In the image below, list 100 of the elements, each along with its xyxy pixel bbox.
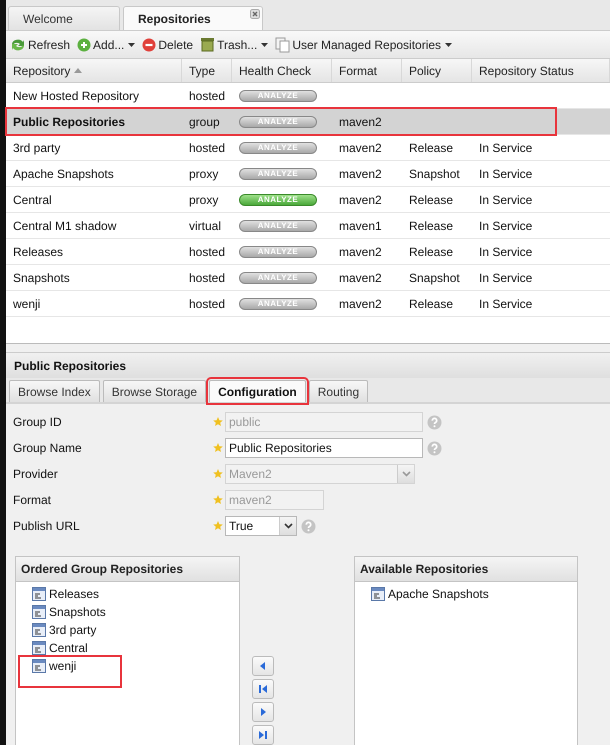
repository-icon xyxy=(32,622,46,636)
table-row[interactable]: Public Repositories group ANALYZE maven2 xyxy=(6,109,610,135)
table-cell: In Service xyxy=(479,296,532,310)
table-row[interactable]: Central proxy ANALYZE maven2 Release In Service xyxy=(6,187,610,213)
required-star-icon xyxy=(211,417,225,427)
required-star-icon xyxy=(211,443,225,453)
panel-title: Ordered Group Repositories xyxy=(16,557,239,582)
panel-title: Public Repositories xyxy=(6,352,610,378)
text-field[interactable]: Public Repositories xyxy=(225,438,423,458)
trash-icon xyxy=(200,37,216,52)
table-cell: In Service xyxy=(479,244,532,258)
column-header[interactable]: Type xyxy=(182,59,232,82)
table-cell: maven2 xyxy=(339,166,382,180)
table-cell: proxy xyxy=(189,166,218,180)
column-header[interactable]: Policy xyxy=(402,59,472,82)
table-cell: Release xyxy=(409,140,454,154)
table-cell: maven2 xyxy=(339,296,382,310)
tab[interactable]: Routing xyxy=(308,380,368,402)
column-header[interactable]: Format xyxy=(332,59,402,82)
required-star-icon xyxy=(211,521,225,531)
table-cell: proxy xyxy=(189,192,218,206)
table-cell: In Service xyxy=(479,140,532,154)
table-cell: In Service xyxy=(479,192,532,206)
column-header[interactable]: Repository Status xyxy=(472,59,610,82)
table-cell: group xyxy=(189,114,220,128)
toolbar-button[interactable]: Refresh xyxy=(10,36,70,52)
tab[interactable]: Welcome xyxy=(8,6,120,30)
table-cell: hosted xyxy=(189,270,226,284)
repository-icon xyxy=(32,658,46,672)
field-label: Publish URL xyxy=(13,519,81,533)
repository-icon xyxy=(32,604,46,618)
pages-icon xyxy=(275,36,290,52)
list-item[interactable]: Apache Snapshots xyxy=(371,586,489,601)
table-cell: Central M1 shadow xyxy=(13,218,116,232)
table-cell: Release xyxy=(409,192,454,206)
move-button[interactable] xyxy=(252,656,274,676)
tab[interactable]: Configuration xyxy=(209,380,306,402)
table-cell: hosted xyxy=(189,140,226,154)
field-label: Format xyxy=(13,493,52,507)
toolbar-button[interactable]: Delete xyxy=(142,38,194,52)
close-icon[interactable] xyxy=(250,9,260,19)
chevron-icon xyxy=(284,523,292,529)
column-header[interactable]: Repository xyxy=(6,59,182,82)
table-row[interactable]: Snapshots hosted ANALYZE maven2 Snapshot In Service xyxy=(6,265,610,291)
table-row[interactable]: Releases hosted ANALYZE maven2 Release In Service xyxy=(6,239,610,265)
field-label: Group ID xyxy=(13,415,63,429)
list-item[interactable]: Central xyxy=(32,640,88,655)
table-row[interactable]: Apache Snapshots proxy ANALYZE maven2 Snapshot In Service xyxy=(6,161,610,187)
table-row[interactable]: 3rd party hosted ANALYZE maven2 Release In Service xyxy=(6,135,610,161)
refresh-icon xyxy=(10,36,26,52)
move-button[interactable] xyxy=(252,702,274,722)
arrow-icon xyxy=(256,682,270,696)
table-cell: Public Repositories xyxy=(13,114,126,128)
add-icon xyxy=(77,38,92,52)
dropdown-field[interactable]: True xyxy=(225,516,297,536)
table-cell: In Service xyxy=(479,270,532,284)
table-cell: maven2 xyxy=(339,244,382,258)
list-item[interactable]: 3rd party xyxy=(32,622,96,637)
move-button[interactable] xyxy=(252,679,274,699)
table-cell: Snapshots xyxy=(13,270,70,284)
table-cell: Releases xyxy=(13,244,64,258)
chevron-icon xyxy=(402,471,410,477)
list-item[interactable]: wenji xyxy=(32,658,76,673)
table-cell: maven2 xyxy=(339,270,382,284)
table-cell: Apache Snapshots xyxy=(13,166,114,180)
toolbar-button[interactable]: Add... xyxy=(77,38,136,52)
repository-icon xyxy=(371,586,385,600)
table-cell: Snapshot xyxy=(409,166,460,180)
repository-icon xyxy=(32,640,46,654)
move-button[interactable] xyxy=(252,725,274,745)
table-row[interactable]: Central M1 shadow virtual ANALYZE maven1 Release In Service xyxy=(6,213,610,239)
list-item[interactable]: Releases xyxy=(32,586,100,601)
column-header[interactable]: Health Check xyxy=(232,59,332,82)
tab[interactable]: Browse Index xyxy=(9,380,100,402)
required-star-icon xyxy=(211,495,225,505)
list-item[interactable]: Snapshots xyxy=(32,604,106,619)
toolbar-button[interactable]: Trash... xyxy=(200,37,268,52)
table-cell: maven2 xyxy=(339,192,382,206)
table-cell: In Service xyxy=(479,218,532,232)
table-cell: maven2 xyxy=(339,114,382,128)
panel-title: Available Repositories xyxy=(355,557,577,582)
tab[interactable]: Browse Storage xyxy=(102,380,206,402)
repository-icon xyxy=(32,586,46,600)
table-cell: Release xyxy=(409,244,454,258)
table-cell: Release xyxy=(409,218,454,232)
table-cell: New Hosted Repository xyxy=(13,88,140,102)
table-cell: wenji xyxy=(13,296,40,310)
tab[interactable]: Repositories xyxy=(123,6,263,30)
toolbar-button[interactable]: User Managed Repositories xyxy=(275,36,452,52)
table-cell: Snapshot xyxy=(409,270,460,284)
required-star-icon xyxy=(211,469,225,479)
table-cell: In Service xyxy=(479,166,532,180)
table-cell: hosted xyxy=(189,244,226,258)
table-cell: hosted xyxy=(189,88,226,102)
field-label: Provider xyxy=(13,467,59,481)
table-row[interactable]: wenji hosted ANALYZE maven2 Release In Service xyxy=(6,291,610,317)
table-cell: Release xyxy=(409,296,454,310)
table-cell: Central xyxy=(13,192,52,206)
table-cell: virtual xyxy=(189,218,222,232)
table-cell: 3rd party xyxy=(13,140,60,154)
